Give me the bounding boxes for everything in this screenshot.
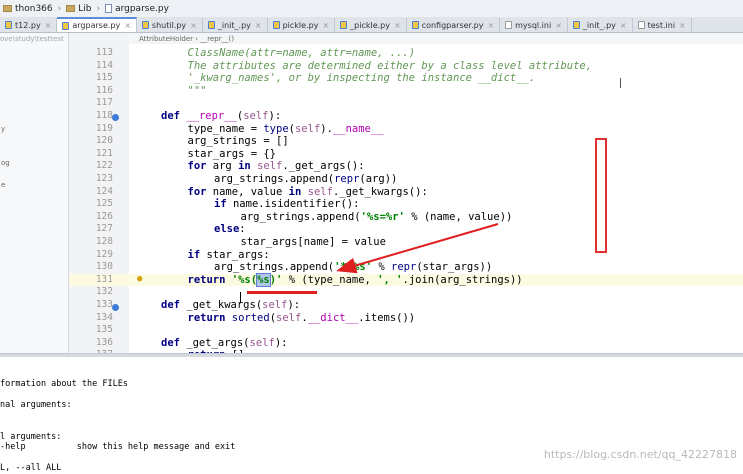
text-caret	[240, 292, 241, 303]
watermark: https://blog.csdn.net/qq_42227818	[543, 448, 737, 461]
annotation-underline	[247, 291, 317, 294]
console-line: formation about the FILEs	[0, 379, 128, 389]
console-line: l arguments:	[0, 431, 62, 442]
console-line: -help show this help message and exit	[0, 442, 236, 452]
console-line: L, --all ALL	[0, 463, 62, 473]
mouse-ibeam-cursor	[620, 78, 621, 88]
console-line: nal arguments:	[0, 400, 72, 410]
